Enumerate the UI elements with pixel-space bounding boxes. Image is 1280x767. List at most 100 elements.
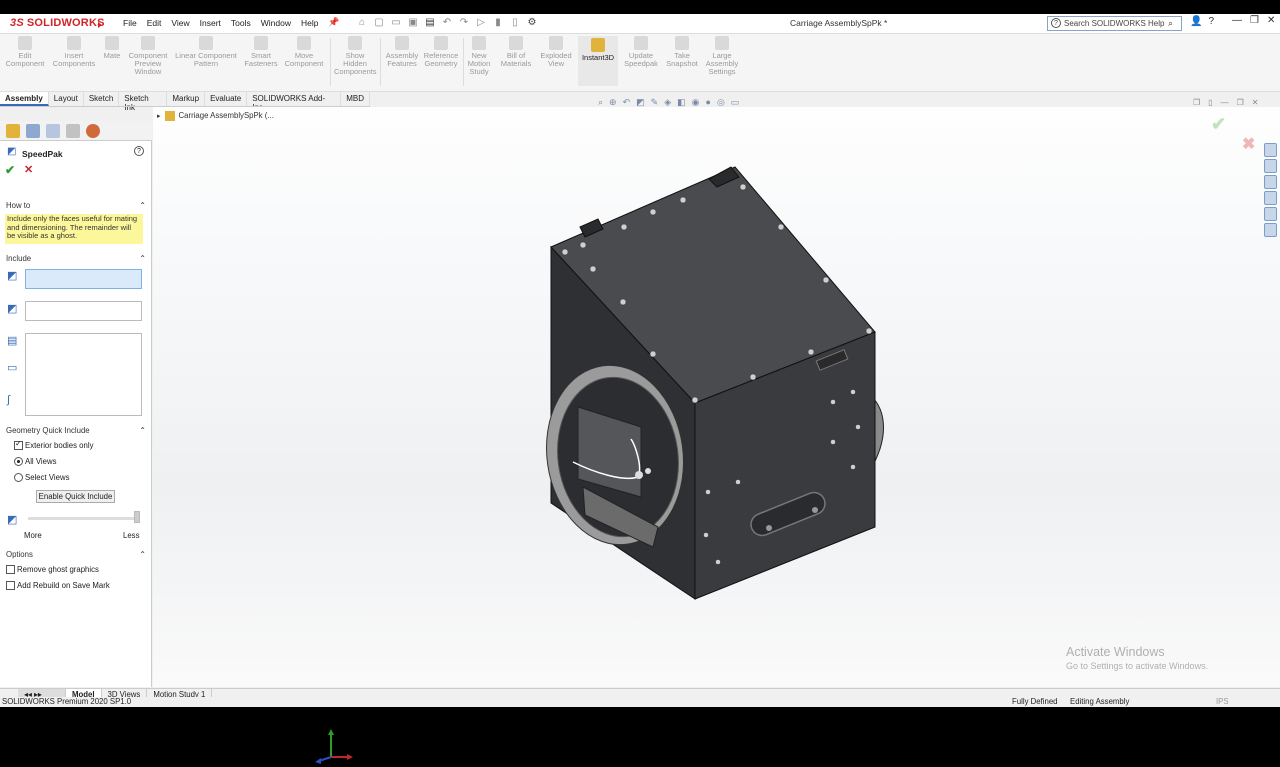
restore-icon[interactable]: ❐ — [1250, 15, 1259, 26]
component-preview-window-button[interactable]: Component Preview Window — [126, 36, 170, 76]
move-component-button[interactable]: Move Component — [282, 36, 326, 68]
viewport-minimize-icon[interactable]: — — [1221, 98, 1229, 107]
file-properties-icon[interactable]: ▯ — [508, 16, 522, 30]
view-orientation-icon[interactable]: ◈ — [664, 97, 671, 108]
edit-component-button[interactable]: Edit Component — [4, 36, 46, 68]
menu-window[interactable]: Window — [256, 17, 296, 29]
ok-checkmark-icon[interactable]: ✔ — [5, 163, 15, 177]
bill-of-materials-button[interactable]: Bill of Materials — [498, 36, 534, 68]
feature-manager-tab-icon[interactable] — [6, 124, 20, 138]
hide-show-items-icon[interactable]: ◉ — [692, 97, 700, 108]
options-section-header[interactable]: Options ⌃ — [0, 550, 152, 562]
show-hidden-components-button[interactable]: Show Hidden Components — [334, 36, 377, 76]
view-palette-icon[interactable] — [1264, 191, 1277, 205]
appearances-icon[interactable] — [1264, 207, 1277, 221]
how-to-section-header[interactable]: How to ⌃ — [0, 201, 152, 213]
close-icon[interactable]: ✕ — [1267, 15, 1275, 26]
take-snapshot-button[interactable]: Take Snapshot — [664, 36, 700, 68]
panel-help-icon[interactable]: ? — [134, 146, 144, 156]
tab-sketch-ink[interactable]: Sketch Ink — [119, 92, 168, 112]
include-bodies-list[interactable] — [25, 333, 142, 416]
print-icon[interactable]: ▤ — [423, 16, 437, 30]
insert-components-button[interactable]: Insert Components — [52, 36, 96, 68]
update-speedpak-button[interactable]: Update Speedpak — [622, 36, 660, 68]
menu-edit[interactable]: Edit — [142, 17, 167, 29]
all-views-radio[interactable] — [14, 457, 23, 466]
viewport-close-icon[interactable]: ✕ — [1252, 98, 1259, 107]
exploded-view-button[interactable]: Exploded View — [538, 36, 574, 68]
edit-appearance-icon[interactable]: ● — [706, 97, 711, 108]
search-help-input[interactable]: ? Search SOLIDWORKS Help ⌕ — [1047, 16, 1182, 31]
viewport-split-icon[interactable]: ▯ — [1208, 98, 1212, 107]
confirm-corner-ok-icon[interactable]: ✔ — [1211, 114, 1226, 135]
view-settings-icon[interactable]: ▭ — [731, 97, 740, 108]
graphics-area[interactable] — [153, 107, 1280, 764]
tab-solidworks-add-ins[interactable]: SOLIDWORKS Add-Ins — [247, 92, 342, 112]
file-explorer-icon[interactable] — [1264, 175, 1277, 189]
dimxpert-manager-tab-icon[interactable] — [66, 124, 80, 138]
tab-mbd[interactable]: MBD — [341, 92, 370, 106]
enable-quick-include-button[interactable]: Enable Quick Include — [36, 490, 115, 503]
collapse-chevron-icon[interactable]: ⌃ — [139, 550, 146, 559]
help-icon[interactable]: ? — [1208, 16, 1214, 27]
collapse-chevron-icon[interactable]: ⌃ — [139, 426, 146, 435]
new-motion-study-button[interactable]: New Motion Study — [464, 36, 494, 76]
user-icon[interactable]: 👤 — [1190, 16, 1202, 27]
remove-ghost-graphics-checkbox[interactable] — [6, 565, 15, 574]
zoom-to-area-icon[interactable]: ⊕ — [609, 97, 617, 108]
menu-help[interactable]: Help — [296, 17, 323, 29]
undo-icon[interactable]: ↶ — [440, 16, 454, 30]
tab-layout[interactable]: Layout — [49, 92, 84, 106]
confirm-corner-cancel-icon[interactable]: ✖ — [1242, 134, 1255, 154]
redo-icon[interactable]: ↷ — [457, 16, 471, 30]
rebuild-icon[interactable]: ▮ — [491, 16, 505, 30]
dynamic-annotation-icon[interactable]: ✎ — [651, 97, 659, 108]
expand-arrow-icon[interactable]: ▸ — [157, 112, 161, 120]
cancel-x-icon[interactable]: ✕ — [24, 163, 33, 176]
collapse-chevron-icon[interactable]: ⌃ — [139, 201, 146, 210]
viewport-restore-icon[interactable]: ❐ — [1237, 98, 1244, 107]
collapse-chevron-icon[interactable]: ⌃ — [139, 254, 146, 263]
open-document-icon[interactable]: ▭ — [389, 16, 403, 30]
logo-menu-arrow-icon[interactable] — [98, 22, 102, 28]
quick-include-slider[interactable] — [28, 517, 138, 520]
new-document-icon[interactable]: ▢ — [372, 16, 386, 30]
zoom-to-fit-icon[interactable]: ⌕ — [598, 97, 603, 108]
save-icon[interactable]: ▣ — [406, 16, 420, 30]
configuration-manager-tab-icon[interactable] — [46, 124, 60, 138]
feature-tree-flyout[interactable]: ▸ Carriage AssemblySpPk (... — [157, 111, 274, 121]
solidworks-resources-icon[interactable] — [1264, 143, 1277, 157]
reference-geometry-button[interactable]: Reference Geometry — [422, 36, 460, 68]
include-faces-field[interactable] — [25, 301, 142, 321]
tab-sketch[interactable]: Sketch — [84, 92, 120, 106]
menu-tools[interactable]: Tools — [226, 17, 256, 29]
display-manager-tab-icon[interactable] — [86, 124, 100, 138]
custom-properties-icon[interactable] — [1264, 223, 1277, 237]
instant3d-button[interactable]: Instant3D — [578, 36, 618, 86]
search-icon[interactable]: ⌕ — [1168, 18, 1173, 29]
assembly-features-button[interactable]: Assembly Features — [383, 36, 421, 68]
previous-view-icon[interactable]: ↶ — [623, 97, 631, 108]
mate-button[interactable]: Mate — [100, 36, 124, 60]
minimize-icon[interactable]: — — [1232, 15, 1242, 26]
tab-markup[interactable]: Markup — [167, 92, 206, 106]
options-gear-icon[interactable]: ⚙ — [525, 16, 539, 30]
add-rebuild-checkbox[interactable] — [6, 581, 15, 590]
linear-component-pattern-button[interactable]: Linear Component Pattern — [172, 36, 240, 68]
smart-fasteners-button[interactable]: Smart Fasteners — [242, 36, 280, 68]
viewport-tile-icon[interactable]: ❐ — [1193, 98, 1200, 107]
apply-scene-icon[interactable]: ◎ — [717, 97, 725, 108]
select-views-radio[interactable] — [14, 473, 23, 482]
solidworks-logo[interactable]: 3S SOLIDWORKS — [10, 17, 105, 29]
tab-evaluate[interactable]: Evaluate — [205, 92, 248, 106]
geometry-quick-include-header[interactable]: Geometry Quick Include ⌃ — [0, 426, 152, 438]
carriage-assembly-model[interactable] — [153, 107, 1280, 687]
exterior-bodies-checkbox[interactable] — [14, 439, 23, 450]
unit-system[interactable]: IPS — [1216, 697, 1229, 706]
home-icon[interactable]: ⌂ — [355, 16, 369, 30]
tab-assembly[interactable]: Assembly — [0, 92, 49, 106]
large-assembly-settings-button[interactable]: Large Assembly Settings — [702, 36, 742, 76]
display-style-icon[interactable]: ◧ — [677, 97, 686, 108]
menu-view[interactable]: View — [166, 17, 194, 29]
design-library-icon[interactable] — [1264, 159, 1277, 173]
